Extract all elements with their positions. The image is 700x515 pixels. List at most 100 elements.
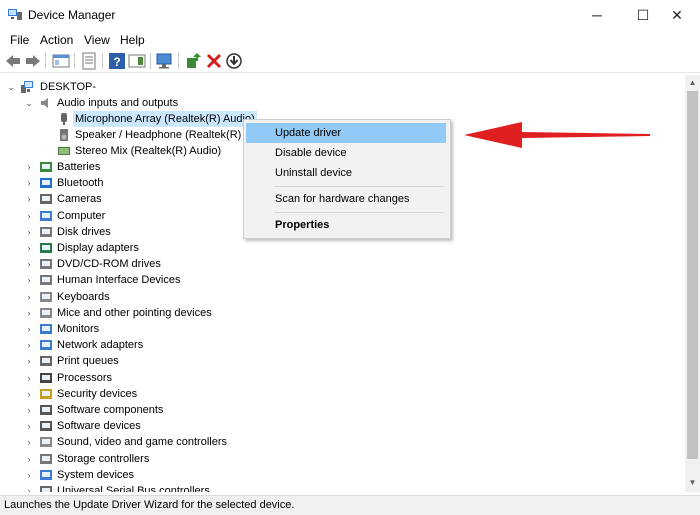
expand-chevron-icon[interactable]: › xyxy=(24,256,34,272)
mouse-icon xyxy=(40,308,52,318)
minimize-button[interactable]: ─ xyxy=(574,0,620,30)
tree-item-label: Print queues xyxy=(57,355,119,367)
properties-sheet-icon[interactable] xyxy=(80,52,98,70)
tree-item-category[interactable]: › Human Interface Devices xyxy=(0,272,320,288)
tree-item-label: Processors xyxy=(57,372,113,384)
help-icon[interactable]: ? xyxy=(108,52,126,70)
expand-chevron-icon[interactable]: › xyxy=(24,467,34,483)
window-title: Device Manager xyxy=(28,8,116,22)
tree-item-category[interactable]: › Security devices xyxy=(0,386,320,402)
tree-item-category[interactable]: › Display adapters xyxy=(0,240,320,256)
battery-icon xyxy=(40,162,52,172)
system-device-icon xyxy=(40,470,52,480)
tree-item-category[interactable]: › Print queues xyxy=(0,353,320,369)
scan-hardware-icon[interactable] xyxy=(156,52,174,70)
expand-chevron-icon[interactable]: › xyxy=(24,386,34,402)
back-arrow-icon[interactable] xyxy=(4,52,22,70)
expand-chevron-icon[interactable]: › xyxy=(24,483,34,492)
expand-chevron-icon[interactable]: › xyxy=(24,175,34,191)
hid-icon xyxy=(40,275,52,285)
status-bar: Launches the Update Driver Wizard for th… xyxy=(0,495,700,515)
usb-controller-icon xyxy=(40,486,52,492)
menu-item-label: Update driver xyxy=(275,127,342,139)
stereo-mix-icon xyxy=(58,147,70,155)
tree-item-label: Stereo Mix (Realtek(R) Audio) xyxy=(75,145,222,157)
tree-item-label: Monitors xyxy=(57,323,100,335)
expand-chevron-icon[interactable]: › xyxy=(24,370,34,386)
expand-chevron-icon[interactable]: › xyxy=(24,272,34,288)
tree-item-category[interactable]: › Network adapters xyxy=(0,337,320,353)
microphone-icon xyxy=(61,113,67,125)
tree-item-label: System devices xyxy=(57,469,135,481)
tree-item-category[interactable]: › Mice and other pointing devices xyxy=(0,305,320,321)
display-adapter-icon xyxy=(40,243,52,253)
device-manager-icon xyxy=(8,9,22,20)
menu-item-label: Disable device xyxy=(275,147,347,159)
context-properties[interactable]: Properties xyxy=(246,215,446,235)
vertical-scrollbar[interactable]: ▲ ▼ xyxy=(685,75,700,492)
disk-drive-icon xyxy=(40,227,52,237)
network-adapter-icon xyxy=(40,340,52,350)
expand-chevron-icon[interactable]: › xyxy=(24,402,34,418)
menu-action[interactable]: Action xyxy=(39,33,74,47)
tree-item-category[interactable]: › DVD/CD-ROM drives xyxy=(0,256,320,272)
printer-icon xyxy=(40,356,52,366)
expand-chevron-icon[interactable]: › xyxy=(24,224,34,240)
menu-view[interactable]: View xyxy=(83,33,111,47)
context-scan-hardware[interactable]: Scan for hardware changes xyxy=(246,189,446,209)
scroll-down-arrow-icon[interactable]: ▼ xyxy=(685,475,700,490)
expand-chevron-icon[interactable]: › xyxy=(24,451,34,467)
action-pane-icon[interactable] xyxy=(128,52,146,70)
speaker-device-icon xyxy=(60,129,68,141)
menu-help[interactable]: Help xyxy=(119,33,146,47)
expand-chevron-icon[interactable]: › xyxy=(24,321,34,337)
security-device-icon xyxy=(40,389,52,399)
tree-item-category[interactable]: › Universal Serial Bus controllers xyxy=(0,483,320,492)
context-uninstall-device[interactable]: Uninstall device xyxy=(246,163,446,183)
tree-root[interactable]: ⌄ DESKTOP- xyxy=(0,79,300,95)
expand-chevron-icon[interactable]: › xyxy=(24,208,34,224)
context-disable-device[interactable]: Disable device xyxy=(246,143,446,163)
toolbar-separator xyxy=(102,53,103,69)
close-button[interactable]: ✕ xyxy=(654,0,700,30)
annotation-arrow-icon xyxy=(464,122,650,148)
tree-item-label: Storage controllers xyxy=(57,453,150,465)
expand-chevron-icon[interactable]: › xyxy=(24,305,34,321)
collapse-chevron-icon[interactable]: ⌄ xyxy=(6,79,16,95)
update-driver-icon[interactable] xyxy=(185,52,203,70)
toolbar-separator xyxy=(45,53,46,69)
scroll-up-arrow-icon[interactable]: ▲ xyxy=(685,75,700,90)
forward-arrow-icon[interactable] xyxy=(24,52,42,70)
tree-item-category[interactable]: › Software devices xyxy=(0,418,320,434)
tree-item-category[interactable]: › System devices xyxy=(0,467,320,483)
tree-item-category[interactable]: › Storage controllers xyxy=(0,451,320,467)
toolbar-separator xyxy=(74,53,75,69)
expand-chevron-icon[interactable]: › xyxy=(24,240,34,256)
tree-item-category[interactable]: › Processors xyxy=(0,370,320,386)
tree-item-category[interactable]: › Keyboards xyxy=(0,289,320,305)
collapse-chevron-icon[interactable]: ⌄ xyxy=(24,95,34,111)
expand-chevron-icon[interactable]: › xyxy=(24,159,34,175)
tree-item-category[interactable]: › Monitors xyxy=(0,321,320,337)
expand-chevron-icon[interactable]: › xyxy=(24,191,34,207)
menu-file[interactable]: File xyxy=(9,33,30,47)
scrollbar-thumb[interactable] xyxy=(687,91,698,459)
expand-chevron-icon[interactable]: › xyxy=(24,353,34,369)
tree-item-category[interactable]: › Sound, video and game controllers xyxy=(0,434,320,450)
expand-chevron-icon[interactable]: › xyxy=(24,434,34,450)
expand-chevron-icon[interactable]: › xyxy=(24,289,34,305)
uninstall-device-icon[interactable] xyxy=(205,52,223,70)
bluetooth-icon xyxy=(40,178,52,188)
computer-root-icon xyxy=(21,81,33,93)
show-hide-console-tree-icon[interactable] xyxy=(52,52,70,70)
context-update-driver[interactable]: Update driver xyxy=(246,123,446,143)
expand-chevron-icon[interactable]: › xyxy=(24,337,34,353)
enable-device-icon[interactable] xyxy=(225,52,243,70)
status-text: Launches the Update Driver Wizard for th… xyxy=(4,499,295,511)
menu-bar: File Action View Help xyxy=(0,30,700,50)
expand-chevron-icon[interactable]: › xyxy=(24,418,34,434)
tree-item-audio-inputs[interactable]: ⌄ Audio inputs and outputs xyxy=(0,95,300,111)
tree-item-category[interactable]: › Software components xyxy=(0,402,320,418)
tree-item-label: Network adapters xyxy=(57,339,144,351)
tree-item-label: Mice and other pointing devices xyxy=(57,307,212,319)
